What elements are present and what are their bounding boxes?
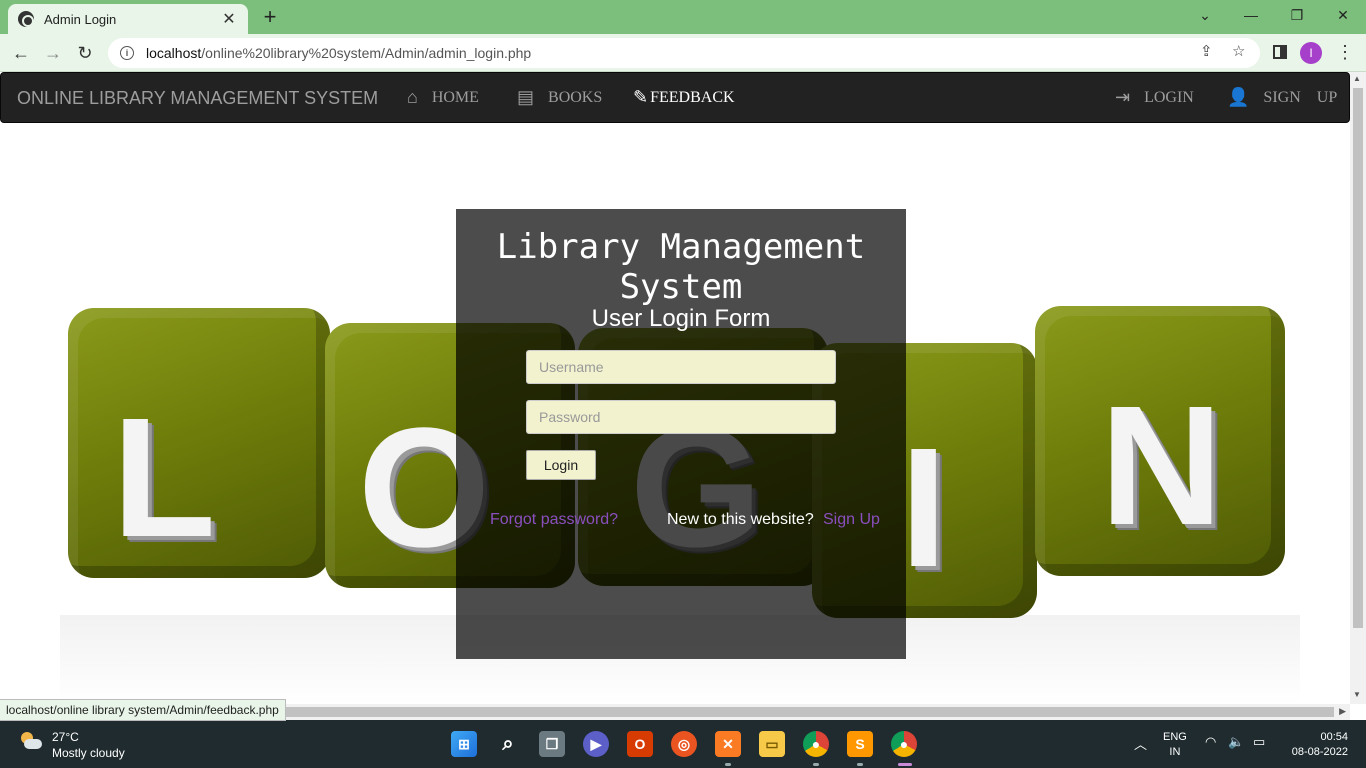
nav-home[interactable]: ⌂ HOME — [407, 87, 479, 108]
weather-temperature[interactable]: 27°C — [52, 730, 79, 744]
wifi-icon[interactable]: ◠ — [1205, 734, 1216, 750]
nav-feedback-label: FEEDBACK — [650, 88, 735, 106]
form-subtitle: User Login Form — [591, 305, 771, 332]
back-icon[interactable]: ← — [8, 40, 34, 66]
nav-login-label: LOGIN — [1144, 88, 1194, 106]
url-bar[interactable]: i localhost/online%20library%20system/Ad… — [108, 38, 1260, 68]
file-explorer-icon[interactable]: ▭ — [759, 731, 785, 757]
url-text: localhost/online%20library%20system/Admi… — [146, 45, 532, 61]
running-indicator — [813, 763, 819, 766]
chrome-icon[interactable]: ● — [803, 731, 829, 757]
language-indicator[interactable]: ENG IN — [1163, 730, 1187, 760]
menu-kebab-icon[interactable]: ⋮ — [1336, 42, 1354, 63]
volume-icon[interactable]: 🔈 — [1228, 734, 1244, 750]
globe-icon — [18, 11, 34, 27]
battery-icon[interactable]: ▭ — [1253, 734, 1265, 750]
share-icon[interactable]: ⇪ — [1200, 42, 1213, 60]
restore-icon[interactable]: ❐ — [1274, 0, 1320, 30]
home-icon: ⌂ — [407, 87, 418, 107]
login-button[interactable]: Login — [526, 450, 596, 480]
office-icon[interactable]: O — [627, 731, 653, 757]
site-info-icon[interactable]: i — [120, 46, 134, 60]
scroll-right-icon[interactable]: ▶ — [1339, 706, 1346, 717]
form-title: Library Management System — [496, 227, 866, 307]
scroll-up-icon[interactable]: ▲ — [1353, 74, 1361, 83]
tab-close-icon[interactable]: ✕ — [220, 9, 238, 29]
password-input[interactable] — [526, 400, 836, 434]
new-user-prompt: New to this website? — [667, 511, 814, 528]
nav-login[interactable]: ⇥ LOGIN — [1115, 87, 1194, 108]
weather-condition[interactable]: Mostly cloudy — [52, 746, 125, 760]
tray-chevron-icon[interactable]: ︿ — [1134, 734, 1147, 753]
nav-books[interactable]: ▤ BOOKS — [517, 87, 602, 108]
windows-start-icon[interactable]: ⊞ — [451, 731, 477, 757]
tab-strip: Admin Login ✕ + ⌄ — ❐ ✕ — [0, 0, 1366, 34]
chrome-profile-icon[interactable]: ● — [891, 731, 917, 757]
sublime-text-icon[interactable]: S — [847, 731, 873, 757]
window-close-icon[interactable]: ✕ — [1320, 0, 1366, 30]
chat-icon[interactable]: ▶ — [583, 731, 609, 757]
xampp-icon[interactable]: ✕ — [715, 731, 741, 757]
windows-taskbar: 27°C Mostly cloudy ⊞ ⌕ ❐ ▶ O ◎ ✕ ▭ ● S ●… — [0, 720, 1366, 768]
profile-avatar[interactable]: I — [1300, 42, 1322, 64]
site-brand[interactable]: ONLINE LIBRARY MANAGEMENT SYSTEM — [17, 88, 378, 109]
running-indicator — [857, 763, 863, 766]
horizontal-scroll-thumb[interactable] — [284, 707, 1334, 717]
login-icon: ⇥ — [1115, 87, 1131, 107]
ubuntu-icon[interactable]: ◎ — [671, 731, 697, 757]
new-tab-button[interactable]: + — [258, 4, 282, 30]
login-form-panel: Library Management System User Login For… — [456, 209, 906, 659]
vertical-scrollbar[interactable]: ▲ ▼ — [1350, 72, 1366, 704]
search-icon[interactable]: ⌕ — [495, 731, 521, 757]
nav-signup[interactable]: 👤 SIGN UP — [1227, 87, 1337, 108]
sign-up-link[interactable]: Sign Up — [823, 511, 880, 529]
nav-home-label: HOME — [431, 88, 479, 106]
nav-signup-label: SIGN UP — [1263, 88, 1338, 106]
bookmark-star-icon[interactable]: ☆ — [1232, 42, 1245, 60]
system-clock[interactable]: 00:54 08-08-2022 — [1282, 730, 1348, 760]
page-viewport: ONLINE LIBRARY MANAGEMENT SYSTEM ⌂ HOME … — [0, 72, 1350, 704]
vertical-scroll-thumb[interactable] — [1353, 88, 1363, 628]
address-toolbar: ← → ↻ i localhost/online%20library%20sys… — [0, 34, 1366, 72]
running-indicator — [725, 763, 731, 766]
forward-icon[interactable]: → — [40, 40, 66, 66]
book-icon: ▤ — [517, 87, 535, 107]
status-bar-url: localhost/online library system/Admin/fe… — [0, 699, 286, 721]
site-navbar: ONLINE LIBRARY MANAGEMENT SYSTEM ⌂ HOME … — [0, 72, 1350, 123]
tab-search-icon[interactable]: ⌄ — [1182, 0, 1228, 30]
hero-letter-i: I — [900, 413, 948, 603]
forgot-password-link[interactable]: Forgot password? — [490, 511, 618, 529]
reload-icon[interactable]: ↻ — [72, 40, 98, 66]
scroll-down-icon[interactable]: ▼ — [1353, 690, 1361, 699]
nav-books-label: BOOKS — [548, 88, 603, 106]
username-input[interactable] — [526, 350, 836, 384]
side-panel-icon[interactable] — [1273, 45, 1287, 59]
tab-title: Admin Login — [44, 11, 117, 27]
active-indicator — [898, 763, 912, 766]
task-view-icon[interactable]: ❐ — [539, 731, 565, 757]
minimize-icon[interactable]: — — [1228, 0, 1274, 30]
nav-feedback[interactable]: ✎ FEEDBACK — [633, 87, 735, 108]
user-icon: 👤 — [1227, 87, 1250, 107]
pencil-icon: ✎ — [633, 87, 649, 107]
hero-letter-l: L — [112, 383, 216, 573]
hero-letter-n: N — [1100, 371, 1223, 561]
browser-tab[interactable]: Admin Login ✕ — [8, 4, 248, 34]
weather-cloudy-icon[interactable] — [18, 732, 42, 750]
